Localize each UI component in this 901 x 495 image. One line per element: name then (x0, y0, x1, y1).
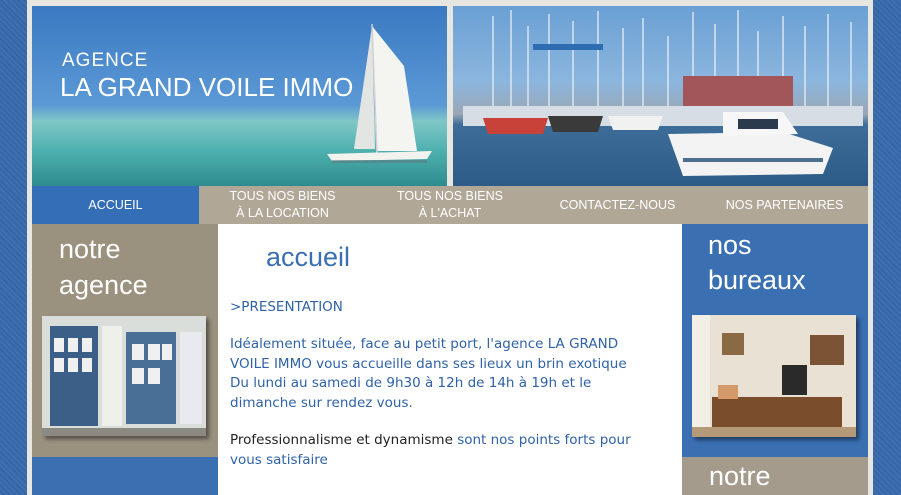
brand-subtitle: AGENCE (62, 50, 149, 71)
right-bottom-band: notre (682, 457, 868, 495)
notre-heading-bottom: notre (709, 461, 771, 491)
left-sidebar: notre agence (32, 224, 218, 495)
page-container: AGENCE LA GRAND VOILE IMMO ACCUEIL TOUS … (27, 0, 873, 495)
presentation-link[interactable]: >PRESENTATION (230, 298, 650, 318)
left-bottom-band (32, 457, 218, 495)
office-photo[interactable] (692, 315, 856, 437)
nav-item-accueil[interactable]: ACCUEIL (32, 186, 199, 224)
agence-heading-line1: notre (59, 234, 121, 264)
nav-item-contact[interactable]: CONTACTEZ-NOUS (534, 186, 701, 224)
nav-item-location[interactable]: TOUS NOS BIENS À LA LOCATION (199, 186, 366, 224)
marina-image (463, 10, 863, 176)
brand-name: LA GRAND VOILE IMMO (60, 72, 354, 102)
intro-paragraph: Idéalement située, face au petit port, l… (230, 336, 627, 372)
page-title: accueil (266, 242, 351, 272)
nav-item-achat[interactable]: TOUS NOS BIENS À L'ACHAT (366, 186, 534, 224)
right-sidebar: nos bureaux notre (682, 224, 868, 495)
nav-item-partenaires[interactable]: NOS PARTENAIRES (701, 186, 868, 224)
agency-storefront-photo[interactable] (42, 316, 206, 436)
header-banner-marina (453, 6, 868, 186)
office-image (692, 315, 856, 437)
main-content: accueil >PRESENTATION Idéalement située,… (218, 224, 682, 495)
strengths-dark-text: Professionnalisme et dynamisme (230, 432, 453, 448)
header-banner-sailboat: AGENCE LA GRAND VOILE IMMO (32, 6, 447, 186)
bureaux-heading-line1: nos (708, 230, 752, 260)
bureaux-heading-line2: bureaux (708, 265, 806, 295)
storefront-image (42, 316, 206, 436)
strengths-paragraph: Professionnalisme et dynamisme sont nos … (230, 431, 650, 470)
hours-paragraph: Du lundi au samedi de 9h30 à 12h de 14h … (230, 375, 592, 411)
agence-heading-line2: agence (59, 270, 148, 300)
main-nav: ACCUEIL TOUS NOS BIENS À LA LOCATION TOU… (32, 186, 868, 224)
